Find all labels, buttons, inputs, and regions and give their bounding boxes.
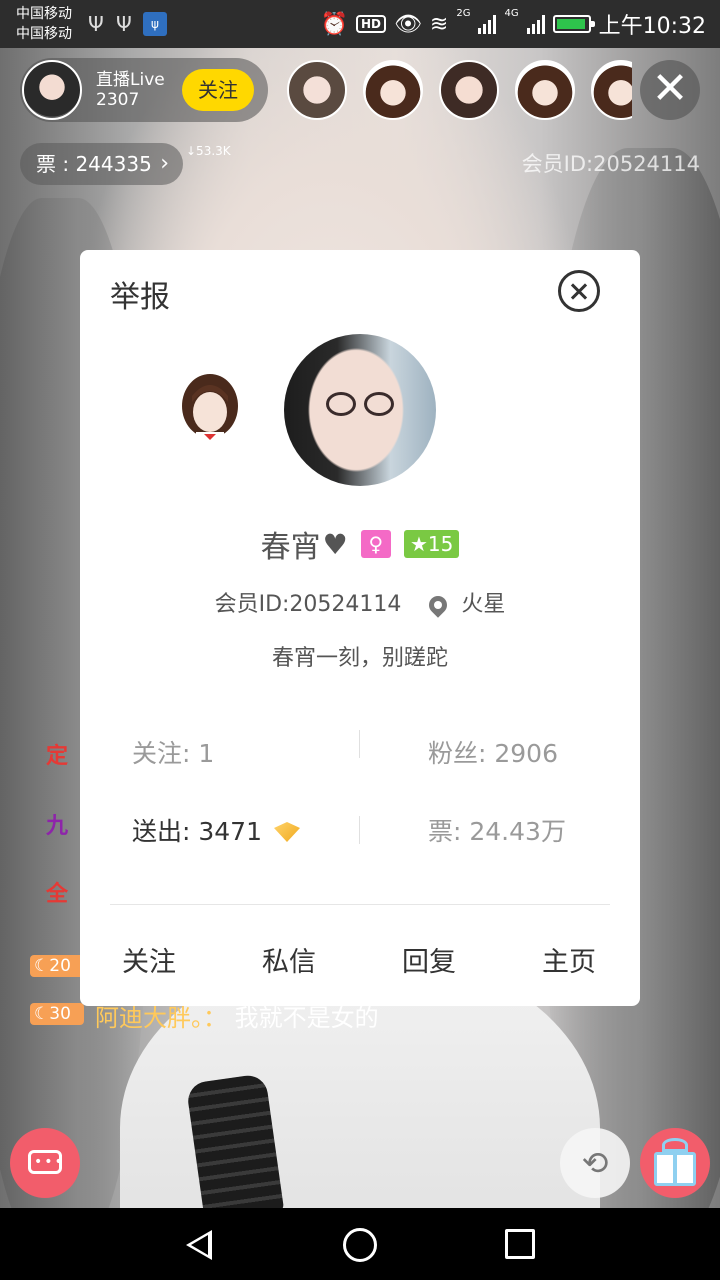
user-profile-dialog: 举报 春宵♥ ♀ ★15 会员ID:20524114 火星 春宵一刻，别蹉跎 关注…: [80, 250, 640, 1006]
battery-icon: [552, 15, 595, 33]
alarm-icon: ⏰: [320, 11, 348, 37]
tickets-received: 票: 24.43万: [428, 817, 566, 846]
location-pin-icon: [425, 592, 452, 618]
diamond-icon: [272, 822, 302, 844]
wifi-icon: ≋: [429, 11, 449, 37]
level-badge: ★15: [403, 530, 460, 558]
female-icon: ♀: [360, 530, 391, 558]
reply-button[interactable]: 回复: [402, 940, 456, 979]
status-bar: 中国移动 中国移动 Ψ Ψ ψ ⏰ HD 👁 ≋ 2G 4G 上午10:32: [0, 0, 720, 48]
nickname: 春宵: [260, 530, 321, 565]
report-button[interactable]: 举报: [110, 272, 170, 316]
back-icon[interactable]: [186, 1230, 212, 1260]
signal-icon: [526, 14, 545, 34]
close-icon[interactable]: [558, 270, 600, 312]
private-message-button[interactable]: 私信: [262, 940, 316, 979]
decoration-avatar: [182, 374, 238, 446]
fans-count[interactable]: 粉丝: 2906: [428, 734, 558, 770]
clock: 上午10:32: [598, 14, 706, 39]
follow-button[interactable]: 关注: [122, 940, 176, 979]
carrier-labels: 中国移动 中国移动: [16, 6, 72, 42]
usb-icon: Ψ: [116, 12, 132, 36]
eye-icon: 👁: [393, 11, 422, 37]
location: 火星: [461, 592, 506, 617]
usb-icon: Ψ: [88, 12, 104, 36]
signal-icon: [478, 14, 497, 34]
nickname-row: 春宵♥ ♀ ★15: [80, 522, 640, 565]
home-icon[interactable]: [343, 1228, 377, 1262]
profile-avatar[interactable]: [284, 334, 436, 486]
navigation-bar: [0, 1208, 720, 1280]
homepage-button[interactable]: 主页: [542, 940, 596, 979]
member-id: 会员ID:20524114: [214, 592, 402, 617]
following-count[interactable]: 关注: 1: [132, 734, 214, 770]
heart-icon: ♥: [322, 527, 348, 561]
gifts-sent: 送出: 3471: [132, 812, 302, 848]
recent-apps-icon[interactable]: [505, 1229, 535, 1259]
debug-icon: ψ: [143, 12, 167, 36]
signature: 春宵一刻，别蹉跎: [271, 646, 448, 671]
member-info: 会员ID:20524114 火星: [80, 586, 640, 618]
hd-icon: HD: [355, 15, 386, 33]
